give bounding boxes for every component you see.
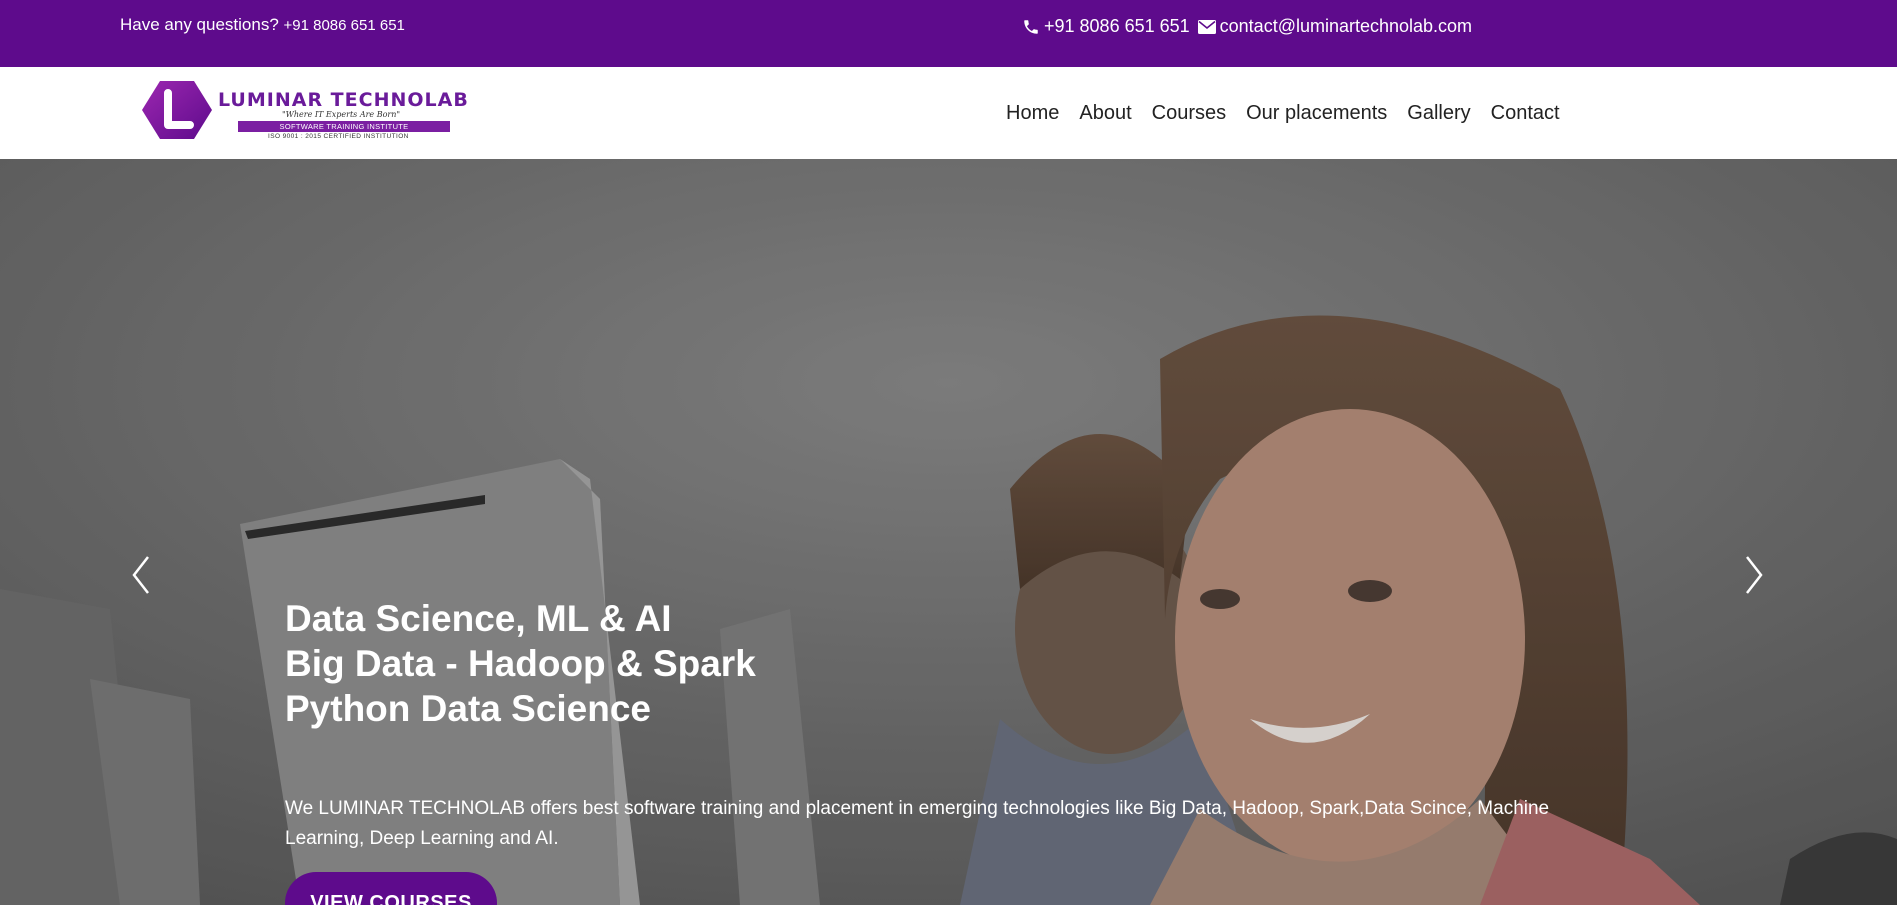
brand-subtitle: SOFTWARE TRAINING INSTITUTE — [238, 121, 450, 132]
carousel-prev-button[interactable] — [124, 551, 158, 599]
brand-certification: ISO 9001 : 2015 CERTIFIED INSTITUTION — [268, 133, 409, 140]
nav-gallery[interactable]: Gallery — [1407, 102, 1470, 125]
hero-carousel: Data Science, ML & AI Big Data - Hadoop … — [0, 159, 1897, 905]
chevron-right-icon — [1746, 556, 1763, 594]
carousel-next-button[interactable] — [1737, 551, 1771, 599]
chevron-left-icon — [132, 556, 149, 594]
nav-about[interactable]: About — [1079, 102, 1131, 125]
main-navbar: LUMINAR TECHNOLAB "Where IT Experts Are … — [0, 67, 1897, 160]
email-link[interactable]: contact@luminartechnolab.com — [1220, 16, 1472, 37]
phone-number[interactable]: +91 8086 651 651 — [1044, 16, 1190, 37]
primary-nav: Home About Courses Our placements Galler… — [1006, 102, 1560, 125]
envelope-icon — [1197, 19, 1216, 34]
logo-text: LUMINAR TECHNOLAB "Where IT Experts Are … — [218, 89, 469, 140]
phone-icon — [1022, 18, 1040, 36]
questions-label: Have any questions? — [120, 15, 279, 34]
headline-line: Data Science, ML & AI — [285, 598, 672, 639]
view-courses-button[interactable]: VIEW COURSES — [285, 872, 497, 905]
contact-info: +91 8086 651 651 contact@luminartechnola… — [1022, 16, 1472, 37]
hero-description: We LUMINAR TECHNOLAB offers best softwar… — [285, 798, 1550, 849]
nav-contact[interactable]: Contact — [1491, 102, 1560, 125]
headline-line: Big Data - Hadoop & Spark — [285, 643, 756, 684]
brand-name: LUMINAR TECHNOLAB — [218, 89, 469, 111]
nav-placements[interactable]: Our placements — [1246, 102, 1387, 125]
questions-phone[interactable]: +91 8086 651 651 — [284, 17, 405, 34]
headline-line: Python Data Science — [285, 688, 652, 729]
top-contact-bar: Have any questions? +91 8086 651 651 +91… — [0, 0, 1897, 67]
nav-home[interactable]: Home — [1006, 102, 1059, 125]
nav-courses[interactable]: Courses — [1152, 102, 1226, 125]
site-logo[interactable]: LUMINAR TECHNOLAB "Where IT Experts Are … — [140, 79, 470, 143]
hero-headline: Data Science, ML & AI Big Data - Hadoop … — [285, 596, 756, 731]
questions-text: Have any questions? +91 8086 651 651 — [120, 15, 405, 35]
brand-tagline: "Where IT Experts Are Born" — [282, 110, 401, 119]
logo-mark-icon — [142, 81, 212, 139]
